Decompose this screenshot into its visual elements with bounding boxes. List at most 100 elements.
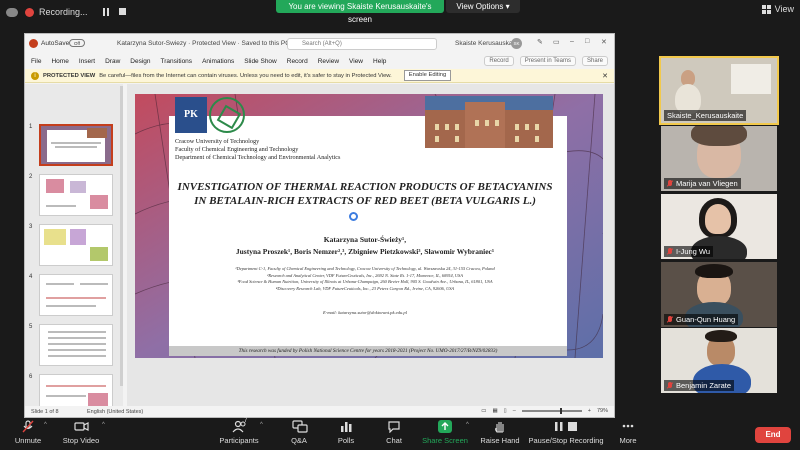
end-meeting-button[interactable]: End [755, 427, 791, 443]
tab-animations[interactable]: Animations [202, 58, 234, 65]
institution-line: Cracow University of Technology [175, 138, 260, 145]
record-button[interactable]: Record [484, 56, 514, 66]
polls-icon [339, 420, 353, 433]
university-building-photo [425, 96, 553, 148]
tab-review[interactable]: Review [318, 58, 339, 65]
unmute-button[interactable]: Unmute [10, 420, 46, 445]
participant-tile[interactable]: I-Jung Wu [661, 194, 777, 259]
view-options-button[interactable]: View Options ▾ [446, 0, 520, 13]
author-line: Justyna Proszek¹, Boris Nemzer²,³, Zbign… [235, 247, 495, 256]
document-name: Katarzyna Sutor-Swiezy · Protected View … [117, 40, 290, 47]
participant-tile[interactable]: Benjamin Zarate [661, 328, 777, 393]
participant-name: Marija van Vliegen [664, 178, 741, 189]
slide-editor-stage: PK Cracow University of Technology Facul… [127, 84, 614, 406]
ppt-user-avatar[interactable]: SK [511, 38, 522, 49]
more-label: More [619, 436, 637, 445]
stop-video-label: Stop Video [62, 436, 100, 445]
tab-design[interactable]: Design [130, 58, 150, 65]
pause-stop-icon [551, 420, 581, 433]
participants-button[interactable]: 7 Participants [218, 418, 260, 445]
qa-label: Q&A [291, 436, 307, 445]
normal-view-icon[interactable]: ▭ [481, 408, 486, 414]
autosave-toggle[interactable]: Off [69, 39, 85, 47]
polls-label: Polls [337, 436, 355, 445]
chat-button[interactable]: Chat [380, 420, 408, 445]
view-options-label: View Options [456, 2, 504, 11]
cloud-icon [6, 7, 18, 17]
institution-line: Department of Chemical Technology and En… [175, 154, 341, 161]
zoom-slider[interactable] [521, 408, 582, 414]
tab-insert[interactable]: Insert [79, 58, 95, 65]
minimize-icon[interactable]: – [570, 38, 574, 45]
qa-icon [292, 420, 308, 433]
chat-label: Chat [386, 436, 402, 445]
tab-draw[interactable]: Draw [105, 58, 120, 65]
sorter-view-icon[interactable]: ▦ [492, 408, 497, 414]
tab-record[interactable]: Record [287, 58, 308, 65]
participant-name: I-Jung Wu [664, 246, 714, 257]
thumb-number: 2 [29, 174, 33, 180]
mic-muted-icon [667, 315, 673, 324]
participant-name: Guan-Qun Huang [664, 314, 739, 325]
tab-slide-show[interactable]: Slide Show [244, 58, 277, 65]
participants-label: Participants [219, 436, 259, 445]
tab-home[interactable]: Home [51, 58, 68, 65]
affiliation-line: ⁴Discovery Research Lab, VDF FutureCeuti… [275, 285, 455, 291]
autosave-label: AutoSave [41, 40, 70, 47]
qa-button[interactable]: Q&A [284, 420, 314, 445]
reading-view-icon[interactable]: ▯ [504, 408, 507, 414]
ppt-search-input[interactable]: Search (Alt+Q) [287, 38, 437, 50]
slide-canvas[interactable]: PK Cracow University of Technology Facul… [135, 94, 603, 358]
pause-stop-recording-button[interactable]: Pause/Stop Recording [528, 420, 604, 445]
author-line: Katarzyna Sutor-Świeży¹, [323, 235, 407, 244]
participant-tile[interactable]: Marija van Vliegen [661, 126, 777, 191]
slide-title: INVESTIGATION OF THERMAL REACTION PRODUC… [177, 181, 553, 207]
participant-tile[interactable]: Skaiste_Kerusauskaite [659, 56, 779, 125]
share-button[interactable]: Share [581, 56, 608, 66]
slide-counter: Slide 1 of 8 [31, 409, 59, 415]
tab-transitions[interactable]: Transitions [161, 58, 193, 65]
chevron-up-icon[interactable]: ^ [260, 422, 263, 428]
stop-video-button[interactable]: Stop Video [60, 420, 102, 445]
close-icon[interactable]: ✕ [601, 38, 607, 46]
tab-file[interactable]: File [31, 58, 41, 65]
thumbnail-scrollbar[interactable] [120, 86, 123, 386]
thumb-number: 6 [29, 374, 33, 380]
zoom-out-icon[interactable]: – [513, 408, 516, 414]
ribbon-icon[interactable]: ▭ [553, 38, 560, 46]
participant-tile[interactable]: Guan-Qun Huang [661, 262, 777, 327]
ppt-status-bar: Slide 1 of 8 English (United States) ▭ ▦… [25, 406, 614, 417]
pen-icon[interactable]: ✎ [537, 38, 543, 46]
close-icon[interactable]: ✕ [602, 72, 608, 80]
meeting-controls-toolbar: Unmute ^ Stop Video ^ 7 Participants ^ Q… [0, 418, 800, 450]
enable-editing-button[interactable]: Enable Editing [403, 70, 452, 81]
affiliations-block: ¹Department C-1, Faculty of Chemical Eng… [195, 266, 535, 292]
raise-hand-button[interactable]: Raise Hand [480, 420, 520, 445]
more-button[interactable]: More [614, 420, 642, 445]
polls-button[interactable]: Polls [332, 420, 360, 445]
video-camera-icon [74, 420, 89, 433]
unmute-label: Unmute [14, 436, 42, 445]
language-indicator[interactable]: English (United States) [87, 409, 143, 415]
institution-block: Cracow University of Technology Faculty … [175, 138, 340, 162]
zoom-controls: ▭ ▦ ▯ – + 79% [481, 408, 608, 414]
share-screen-button[interactable]: Share Screen [422, 420, 468, 445]
chevron-up-icon[interactable]: ^ [44, 422, 47, 428]
molecule-logo-icon [209, 97, 245, 133]
chevron-up-icon[interactable]: ^ [102, 422, 105, 428]
authors-block: Katarzyna Sutor-Świeży¹, Justyna Proszek… [175, 234, 555, 258]
grid-view-icon [761, 4, 771, 14]
view-button-label: View [774, 4, 794, 14]
present-in-teams-button[interactable]: Present in Teams [519, 56, 576, 66]
tab-view[interactable]: View [349, 58, 363, 65]
view-button[interactable]: View [761, 4, 794, 14]
tab-help[interactable]: Help [373, 58, 386, 65]
maximize-icon[interactable]: □ [585, 38, 589, 45]
stop-icon[interactable] [115, 5, 129, 19]
ppt-title-bar: AutoSave Off Katarzyna Sutor-Swiezy · Pr… [25, 34, 614, 54]
mouse-cursor-icon [349, 212, 358, 221]
zoom-in-icon[interactable]: + [588, 408, 591, 414]
pause-icon[interactable] [99, 5, 113, 19]
affiliation-line: ³Food Science & Human Nutrition, Univers… [237, 279, 493, 285]
chevron-up-icon[interactable]: ^ [466, 422, 469, 428]
